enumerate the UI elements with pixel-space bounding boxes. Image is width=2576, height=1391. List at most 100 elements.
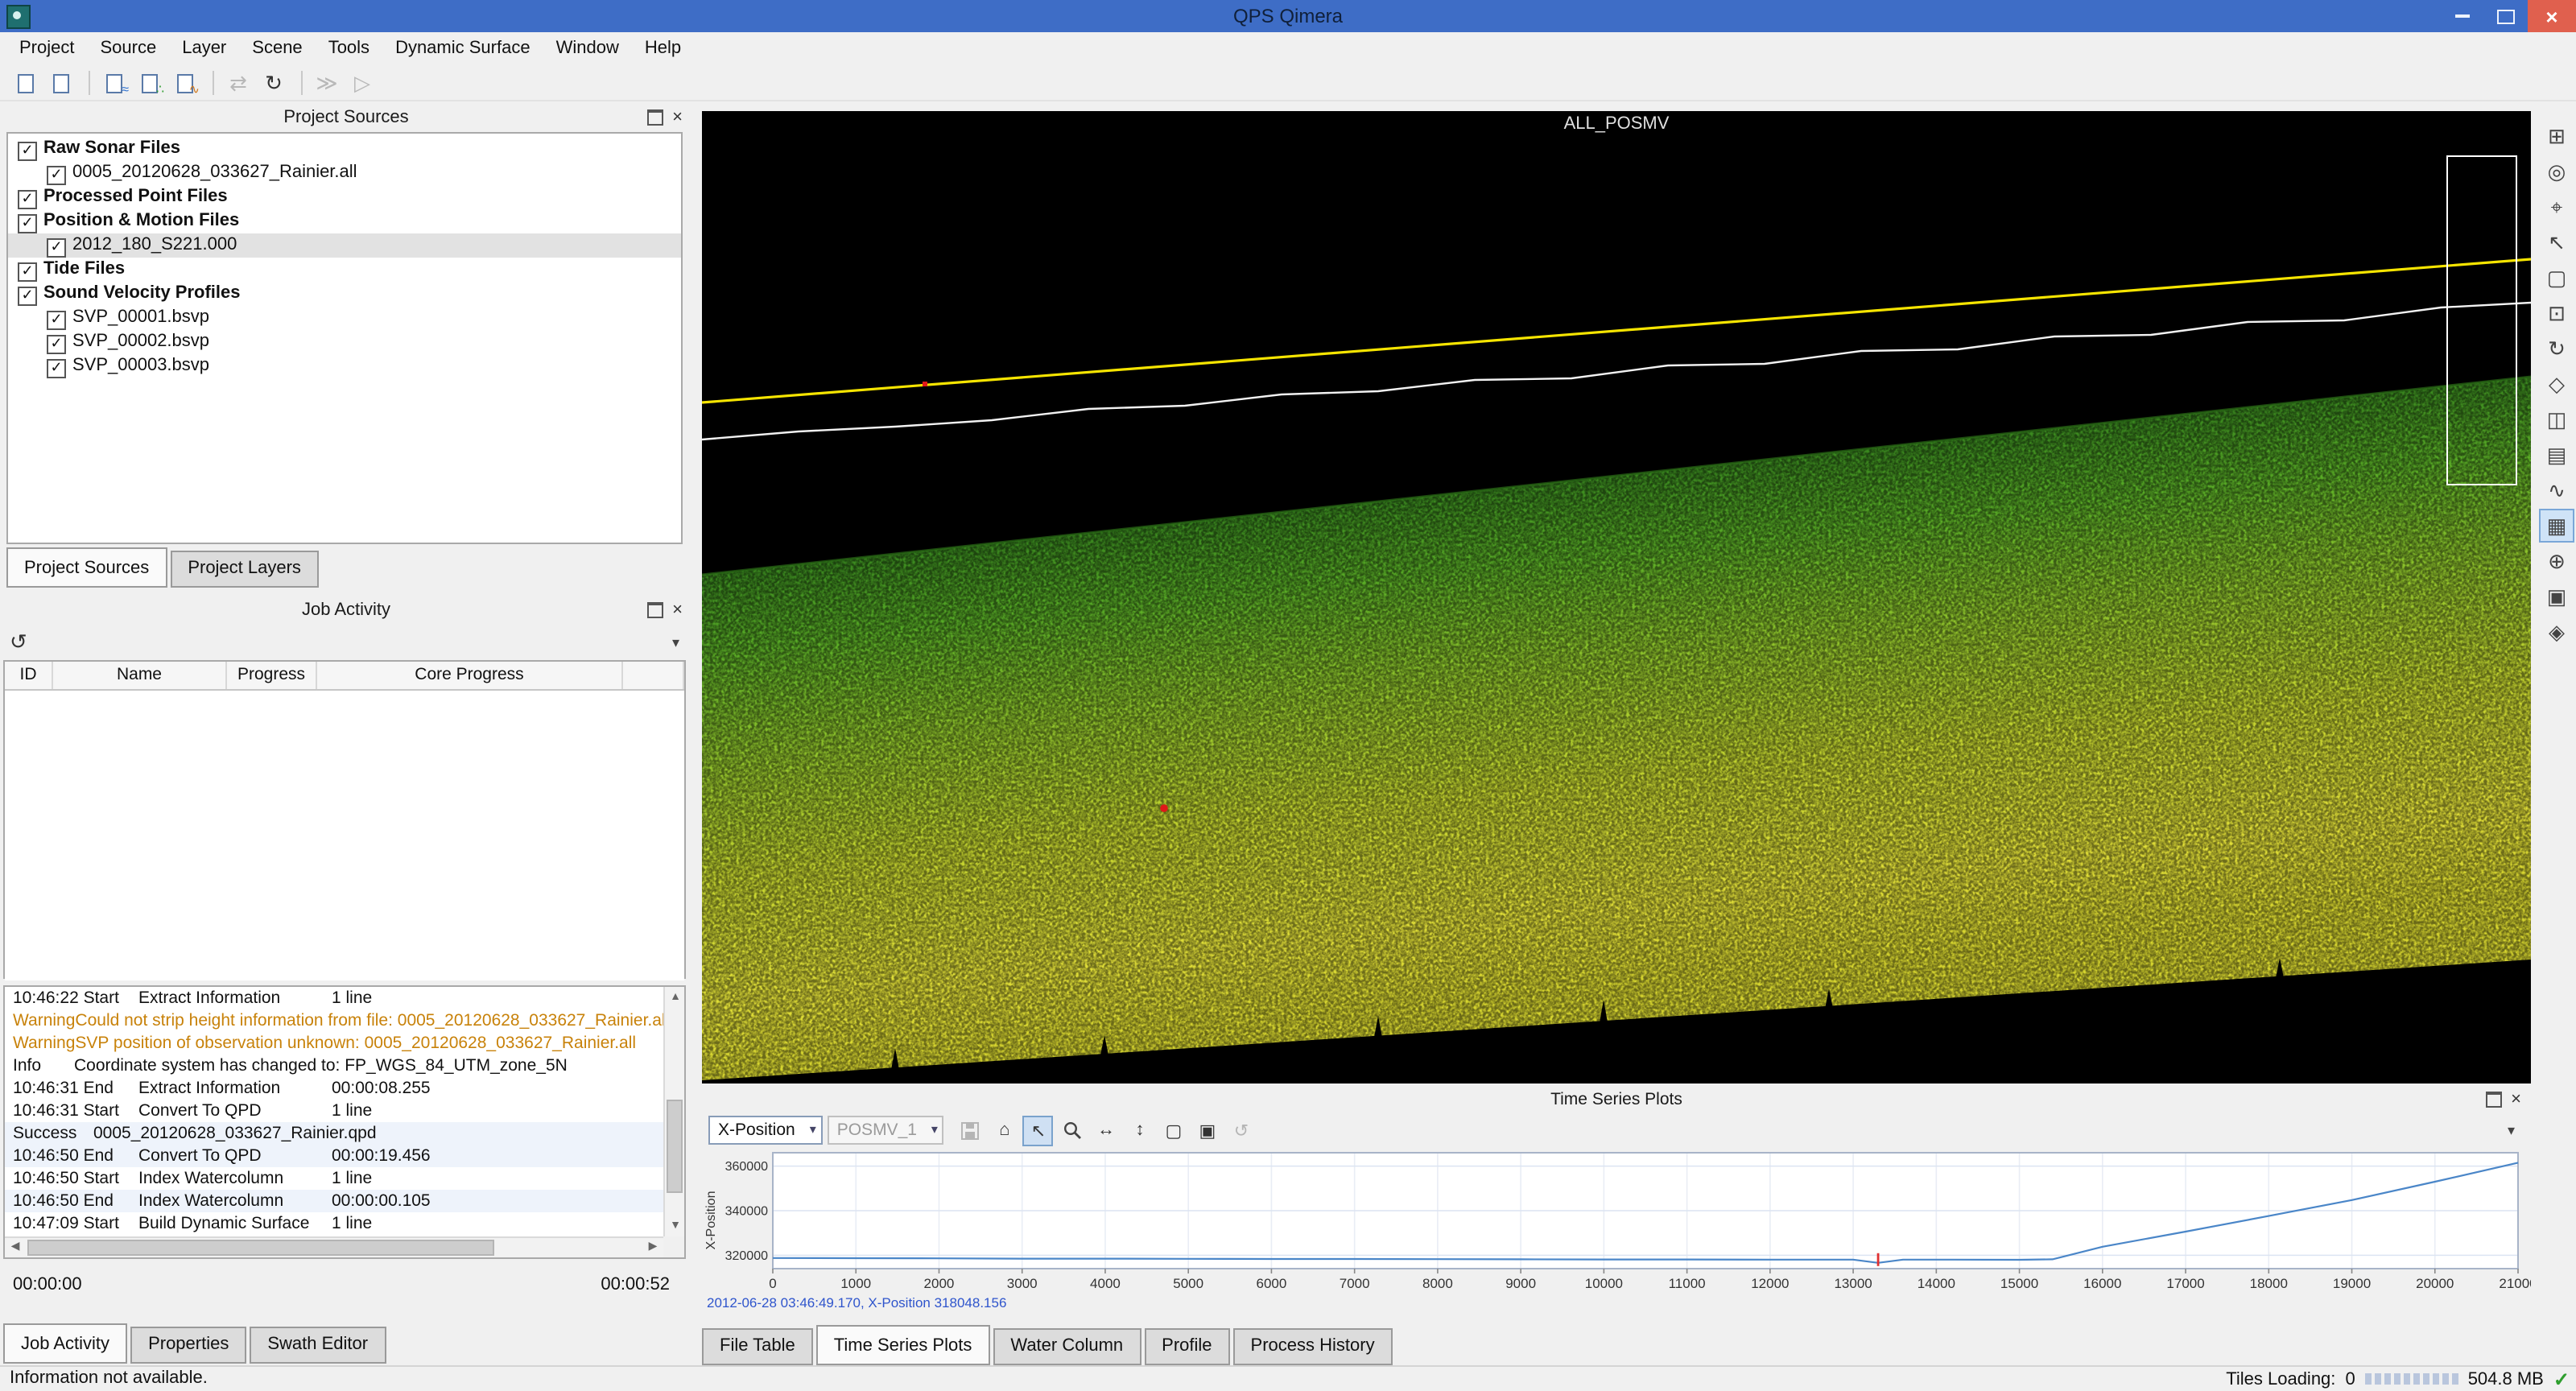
close-panel-icon[interactable]: ×: [672, 109, 683, 126]
tree-item-tide-files[interactable]: ✓Tide Files: [8, 258, 681, 282]
pointer-icon[interactable]: ↖: [1023, 1115, 1054, 1145]
scroll-left-icon[interactable]: ◀: [5, 1236, 26, 1257]
tab-project-sources[interactable]: Project Sources: [6, 547, 167, 588]
zoom-icon[interactable]: [1057, 1115, 1088, 1145]
log-row[interactable]: 10:46:22 StartExtract Information1 line: [5, 987, 663, 1009]
maximize-button[interactable]: [2484, 0, 2528, 32]
float-panel-icon[interactable]: [646, 109, 663, 126]
minimize-button[interactable]: [2441, 0, 2484, 32]
scroll-right-icon[interactable]: ▶: [642, 1236, 663, 1257]
crosshair-icon[interactable]: ⌖: [2539, 190, 2574, 224]
log-row[interactable]: InfoCoordinate system has changed to: FP…: [5, 1055, 663, 1077]
float-panel-icon[interactable]: [646, 602, 663, 618]
checkbox[interactable]: ✓: [18, 190, 37, 209]
time-series-plot[interactable]: 3200003400003600000100020003000400050006…: [702, 1150, 2531, 1294]
menu-window[interactable]: Window: [543, 32, 632, 66]
new-project-icon[interactable]: [10, 68, 42, 98]
log-row[interactable]: 10:46:50 StartIndex Watercolumn1 line: [5, 1167, 663, 1190]
float-panel-icon[interactable]: [2485, 1092, 2501, 1108]
add-raw-sonar-files-icon[interactable]: ≈: [98, 68, 130, 98]
layout-grid-icon[interactable]: ⊞: [2539, 119, 2574, 153]
tab-project-layers[interactable]: Project Layers: [170, 551, 319, 588]
polygon-select-icon[interactable]: ◇: [2539, 367, 2574, 401]
add-layer-icon[interactable]: ⊕: [2539, 544, 2574, 578]
fit-horizontal-icon[interactable]: ↔: [1091, 1115, 1121, 1145]
menu-scene[interactable]: Scene: [239, 32, 315, 66]
checkbox[interactable]: ✓: [47, 359, 66, 378]
compass-icon[interactable]: ◎: [2539, 155, 2574, 188]
log-horizontal-scrollbar[interactable]: ◀ ▶: [5, 1236, 663, 1257]
dynamic-surface-icon[interactable]: ◈: [2539, 615, 2574, 649]
tree-item-position-motion-files[interactable]: ✓Position & Motion Files: [8, 209, 681, 233]
add-processed-points-icon[interactable]: ∴: [134, 68, 166, 98]
tree-item-svp-00003-bsvp[interactable]: ✓SVP_00003.bsvp: [8, 354, 681, 378]
tab-job-activity[interactable]: Job Activity: [3, 1323, 127, 1364]
column-header-id[interactable]: ID: [5, 662, 53, 689]
tab-file-table[interactable]: File Table: [702, 1328, 813, 1365]
home-view-icon[interactable]: ⌂: [989, 1115, 1020, 1145]
tab-water-column[interactable]: Water Column: [993, 1328, 1141, 1365]
menu-tools[interactable]: Tools: [316, 32, 382, 66]
close-panel-icon[interactable]: ×: [2511, 1092, 2521, 1108]
menu-project[interactable]: Project: [6, 32, 88, 66]
tree-item-svp-00002-bsvp[interactable]: ✓SVP_00002.bsvp: [8, 330, 681, 354]
tab-swath-editor[interactable]: Swath Editor: [250, 1327, 386, 1364]
refresh-icon[interactable]: ↻: [258, 68, 290, 98]
checkbox[interactable]: ✓: [47, 166, 66, 185]
profile-line-icon[interactable]: ∿: [2539, 473, 2574, 507]
log-row[interactable]: Success0005_20120628_033627_Rainier.qpd: [5, 1122, 663, 1145]
shading-icon[interactable]: ▣: [2539, 580, 2574, 613]
checkbox[interactable]: ✓: [47, 335, 66, 354]
select-arrow-icon[interactable]: ↖: [2539, 225, 2574, 259]
menu-help[interactable]: Help: [632, 32, 694, 66]
scroll-thumb[interactable]: [667, 1100, 683, 1193]
tab-properties[interactable]: Properties: [130, 1327, 246, 1364]
checkbox[interactable]: ✓: [18, 262, 37, 282]
menu-layer[interactable]: Layer: [169, 32, 239, 66]
panel-menu-button[interactable]: ▾: [672, 634, 679, 651]
reset-jobs-icon[interactable]: ↺: [10, 629, 27, 655]
column-header-core-progress[interactable]: Core Progress: [317, 662, 623, 689]
fit-box-icon[interactable]: ▢: [1158, 1115, 1189, 1145]
tab-process-history[interactable]: Process History: [1233, 1328, 1393, 1365]
menu-dynamic-surface[interactable]: Dynamic Surface: [382, 32, 543, 66]
column-header-name[interactable]: Name: [53, 662, 227, 689]
tree-item-raw-sonar-files[interactable]: ✓Raw Sonar Files: [8, 137, 681, 161]
scroll-thumb[interactable]: [27, 1240, 494, 1256]
checkbox[interactable]: ✓: [18, 142, 37, 161]
tree-item-2012-180-s221-000[interactable]: ✓2012_180_S221.000: [8, 233, 681, 258]
zoom-box-icon[interactable]: ⊡: [2539, 296, 2574, 330]
open-project-icon[interactable]: [45, 68, 77, 98]
layers-icon[interactable]: ▤: [2539, 438, 2574, 472]
menu-source[interactable]: Source: [88, 32, 170, 66]
fit-filled-icon[interactable]: ▣: [1192, 1115, 1223, 1145]
checkbox[interactable]: ✓: [47, 238, 66, 258]
log-row[interactable]: 10:46:50 EndIndex Watercolumn00:00:00.10…: [5, 1190, 663, 1212]
checkbox[interactable]: ✓: [18, 287, 37, 306]
log-row[interactable]: 10:47:09 StartBuild Dynamic Surface1 lin…: [5, 1212, 663, 1235]
column-header-progress[interactable]: Progress: [227, 662, 317, 689]
checkbox[interactable]: ✓: [47, 311, 66, 330]
panel-menu-button[interactable]: ▾: [2508, 1121, 2515, 1139]
tree-item-processed-point-files[interactable]: ✓Processed Point Files: [8, 185, 681, 209]
close-panel-icon[interactable]: ×: [672, 602, 683, 618]
log-row[interactable]: WarningCould not strip height informatio…: [5, 1009, 663, 1032]
log-row[interactable]: 10:46:31 StartConvert To QPD1 line: [5, 1100, 663, 1122]
tree-item-sound-velocity-profiles[interactable]: ✓Sound Velocity Profiles: [8, 282, 681, 306]
scroll-down-icon[interactable]: ▼: [665, 1216, 686, 1236]
rect-select-icon[interactable]: ▢: [2539, 261, 2574, 295]
tab-time-series-plots[interactable]: Time Series Plots: [816, 1325, 990, 1365]
log-row[interactable]: WarningSVP position of observation unkno…: [5, 1032, 663, 1055]
checkbox[interactable]: ✓: [18, 214, 37, 233]
scene-viewer[interactable]: ALL_POSMV: [702, 111, 2531, 1083]
scroll-up-icon[interactable]: ▲: [665, 987, 686, 1008]
log-vertical-scrollbar[interactable]: ▲ ▼: [663, 987, 684, 1236]
tree-item-svp-00001-bsvp[interactable]: ✓SVP_00001.bsvp: [8, 306, 681, 330]
surface-grid-icon[interactable]: ▦: [2539, 509, 2574, 543]
rotate-view-icon[interactable]: ↻: [2539, 332, 2574, 365]
tree-item-0005-20120628-033627-rainier-all[interactable]: ✓0005_20120628_033627_Rainier.all: [8, 161, 681, 185]
log-row[interactable]: 10:46:31 EndExtract Information00:00:08.…: [5, 1077, 663, 1100]
fit-vertical-icon[interactable]: ↕: [1125, 1115, 1155, 1145]
tab-profile[interactable]: Profile: [1144, 1328, 1229, 1365]
split-view-icon[interactable]: ◫: [2539, 402, 2574, 436]
